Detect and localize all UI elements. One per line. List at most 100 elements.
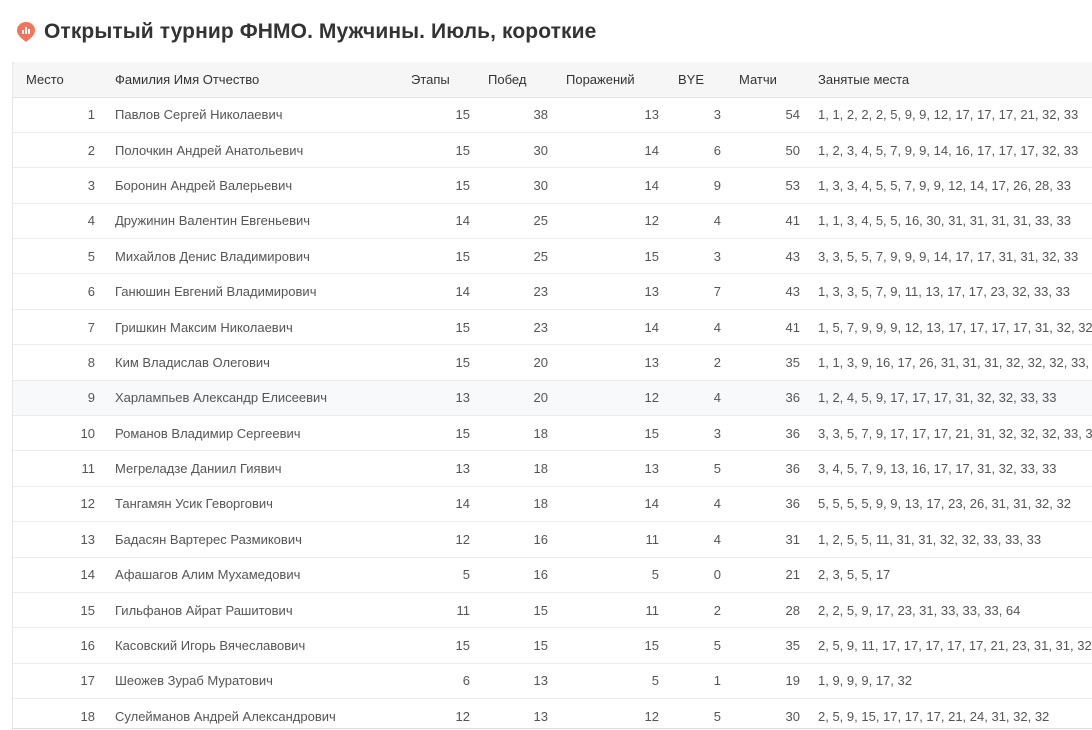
cell-stages: 12 xyxy=(455,708,470,724)
table-row[interactable]: 1 Павлов Сергей Николаевич 15 38 13 3 54 1, 1, … xyxy=(13,97,1092,133)
cell-losses: 11 xyxy=(645,531,660,547)
table-row[interactable]: 4 Дружинин Валентин Евгеньевич 14 25 12 4 41 1,… xyxy=(13,203,1092,239)
cell-matches: 36 xyxy=(785,461,800,477)
table-row[interactable]: 7 Гришкин Максим Николаевич 15 23 14 4 41 1, 5,… xyxy=(13,309,1092,345)
cell-name: Мегреладзе Даниил Гиявич xyxy=(115,461,282,477)
cell-losses: 13 xyxy=(644,461,659,477)
cell-place: 1 xyxy=(87,107,95,123)
header-places[interactable]: Занятые места xyxy=(818,62,1092,98)
cell-matches: 53 xyxy=(785,177,800,193)
cell-name: Ганюшин Евгений Владимирович xyxy=(115,284,317,300)
cell-places: 1, 1, 3, 4, 5, 5, 16, 30, 31, 31, 31, 31… xyxy=(818,213,1071,229)
cell-wins: 25 xyxy=(533,248,548,264)
table-row[interactable]: 14 Афашагов Алим Мухамедович 5 16 5 0 21 2, 3, … xyxy=(13,557,1092,593)
cell-name: Афашагов Алим Мухамедович xyxy=(115,567,301,583)
cell-name: Павлов Сергей Николаевич xyxy=(115,107,283,123)
header-wins[interactable]: Побед xyxy=(488,62,566,98)
header-bye[interactable]: BYE xyxy=(677,62,739,98)
cell-place: 18 xyxy=(80,708,95,724)
cell-losses: 14 xyxy=(644,496,659,512)
cell-stages: 14 xyxy=(455,496,470,512)
cell-losses: 12 xyxy=(644,213,659,229)
table-row[interactable]: 6 Ганюшин Евгений Владимирович 14 23 13 7 43 1,… xyxy=(13,274,1092,310)
table-row[interactable]: 11 Мегреладзе Даниил Гиявич 13 18 13 5 36 3, 4,… xyxy=(13,451,1092,487)
cell-name: Касовский Игорь Вячеславович xyxy=(115,638,306,654)
cell-places: 3, 4, 5, 7, 9, 13, 16, 17, 17, 31, 32, 3… xyxy=(818,461,1057,477)
header-name[interactable]: Фамилия Имя Отчество xyxy=(113,62,411,98)
cell-wins: 18 xyxy=(533,425,548,441)
cell-bye: 3 xyxy=(713,248,721,264)
cell-place: 16 xyxy=(80,638,95,654)
table-row[interactable]: 12 Тангамян Усик Геворгович 14 18 14 4 36 5, 5,… xyxy=(13,486,1092,522)
cell-places: 1, 5, 7, 9, 9, 9, 12, 13, 17, 17, 17, 17… xyxy=(818,319,1092,335)
cell-place: 6 xyxy=(87,284,95,300)
cell-stages: 15 xyxy=(455,107,470,123)
table-row[interactable]: 8 Ким Владислав Олегович 15 20 13 2 35 1, 1, 3,… xyxy=(13,345,1092,381)
cell-losses: 14 xyxy=(644,319,659,335)
cell-matches: 31 xyxy=(785,531,800,547)
cell-wins: 23 xyxy=(533,284,548,300)
cell-stages: 15 xyxy=(455,248,470,264)
cell-stages: 14 xyxy=(455,284,470,300)
cell-wins: 18 xyxy=(533,461,548,477)
cell-wins: 18 xyxy=(533,496,548,512)
cell-wins: 30 xyxy=(533,142,548,158)
cell-places: 2, 5, 9, 15, 17, 17, 17, 21, 24, 31, 32,… xyxy=(818,708,1050,724)
cell-name: Гильфанов Айрат Рашитович xyxy=(115,602,293,618)
cell-bye: 4 xyxy=(713,390,721,406)
cell-matches: 21 xyxy=(785,567,800,583)
cell-stages: 15 xyxy=(455,638,470,654)
cell-bye: 5 xyxy=(713,461,721,477)
cell-matches: 54 xyxy=(785,107,800,123)
table-row[interactable]: 10 Романов Владимир Сергеевич 15 18 15 3 36 3, … xyxy=(13,416,1092,451)
cell-places: 2, 2, 5, 9, 17, 23, 31, 33, 33, 33, 64 xyxy=(818,602,1021,618)
table-row[interactable]: 16 Касовский Игорь Вячеславович 15 15 15 5 35 2… xyxy=(13,628,1092,664)
cell-places: 1, 3, 3, 5, 7, 9, 11, 13, 17, 17, 23, 32… xyxy=(818,284,1071,300)
cell-place: 14 xyxy=(80,567,95,583)
cell-place: 4 xyxy=(87,213,95,229)
header-matches[interactable]: Матчи xyxy=(739,62,818,98)
cell-places: 3, 3, 5, 5, 7, 9, 9, 9, 14, 17, 17, 31, … xyxy=(818,248,1079,264)
table-row[interactable]: 9 Харлампьев Александр Елисеевич 13 20 12 4 36… xyxy=(13,380,1092,416)
cell-place: 7 xyxy=(87,319,95,335)
page-title: Открытый турнир ФНМО. Мужчины. Июль, кор… xyxy=(44,20,597,43)
table-row[interactable]: 3 Боронин Андрей Валерьевич 15 30 14 9 53 1, 3,… xyxy=(13,168,1092,204)
cell-wins: 13 xyxy=(533,673,548,689)
cell-losses: 5 xyxy=(651,567,659,583)
standings-table-container[interactable]: Место Фамилия Имя Отчество Этапы Побед П… xyxy=(12,62,1092,730)
cell-name: Михайлов Денис Владимирович xyxy=(115,248,310,264)
cell-name: Дружинин Валентин Евгеньевич xyxy=(115,213,311,229)
cell-places: 1, 2, 4, 5, 9, 17, 17, 17, 31, 32, 32, 3… xyxy=(818,390,1057,406)
cell-losses: 12 xyxy=(644,708,659,724)
cell-place: 2 xyxy=(87,142,95,158)
cell-wins: 30 xyxy=(533,177,548,193)
cell-place: 9 xyxy=(87,390,95,406)
cell-stages: 5 xyxy=(462,567,470,583)
cell-place: 10 xyxy=(80,425,95,441)
cell-name: Шеожев Зураб Муратович xyxy=(115,673,273,689)
cell-name: Сулейманов Андрей Александрович xyxy=(115,708,336,724)
cell-bye: 3 xyxy=(713,107,721,123)
cell-wins: 15 xyxy=(533,638,548,654)
header-stages[interactable]: Этапы xyxy=(411,62,488,98)
table-row[interactable]: 5 Михайлов Денис Владимирович 15 25 15 3 43 3, … xyxy=(13,239,1092,274)
table-row[interactable]: 15 Гильфанов Айрат Рашитович 11 15 11 2 28 2, 2… xyxy=(13,592,1092,628)
cell-stages: 15 xyxy=(455,425,470,441)
table-row[interactable]: 2 Полочкин Андрей Анатольевич 15 30 14 6 50 1, … xyxy=(13,132,1092,168)
cell-stages: 15 xyxy=(455,354,470,370)
table-row[interactable]: 17 Шеожев Зураб Муратович 6 13 5 1 19 1, 9, 9, … xyxy=(13,663,1092,699)
cell-matches: 19 xyxy=(785,673,800,689)
table-row[interactable]: 18 Сулейманов Андрей Александрович 12 13 12 5… xyxy=(13,699,1092,730)
cell-places: 1, 2, 3, 4, 5, 7, 9, 9, 14, 16, 17, 17, … xyxy=(818,142,1079,158)
cell-name: Тангамян Усик Геворгович xyxy=(115,496,273,512)
cell-losses: 15 xyxy=(644,425,659,441)
header-place[interactable]: Место xyxy=(13,62,113,98)
header-losses[interactable]: Поражений xyxy=(566,62,677,98)
cell-bye: 9 xyxy=(713,177,721,193)
cell-wins: 15 xyxy=(533,602,548,618)
cell-matches: 36 xyxy=(785,390,800,406)
cell-name: Харлампьев Александр Елисеевич xyxy=(115,390,328,406)
table-row[interactable]: 13 Бадасян Вартерес Размикович 12 16 11 4 31 1,… xyxy=(13,522,1092,558)
cell-stages: 15 xyxy=(455,177,470,193)
cell-wins: 20 xyxy=(533,354,548,370)
